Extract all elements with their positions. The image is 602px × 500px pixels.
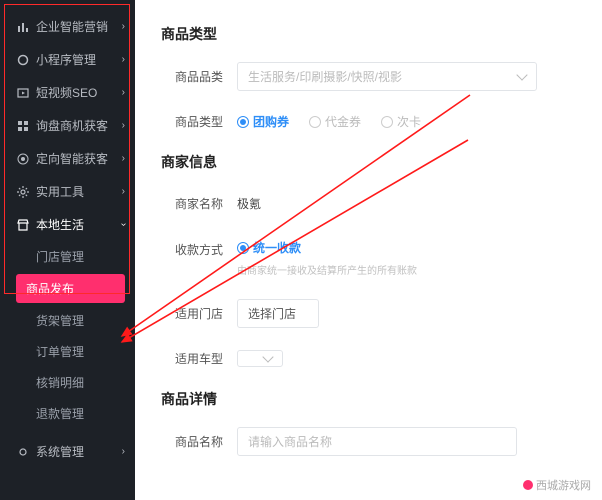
section-title-merchant: 商家信息 — [161, 152, 576, 172]
radio-label: 团购券 — [253, 113, 289, 130]
radio-label: 统一收款 — [253, 239, 301, 256]
sidebar-item-marketing[interactable]: 企业智能营销 › — [0, 10, 135, 43]
radio-group-coupon[interactable]: 团购券 — [237, 113, 289, 130]
label-store: 适用门店 — [161, 305, 223, 322]
sidebar-item-label: 定向智能获客 — [36, 150, 108, 167]
select-category[interactable]: 生活服务/印刷摄影/快照/视影 — [237, 62, 537, 91]
sidebar-item-miniprogram[interactable]: 小程序管理 › — [0, 43, 135, 76]
sidebar-item-label: 询盘商机获客 — [36, 117, 108, 134]
circle-icon — [16, 53, 30, 67]
shop-icon — [16, 218, 30, 232]
sidebar-item-inquiry[interactable]: 询盘商机获客 › — [0, 109, 135, 142]
select-store-text: 选择门店 — [248, 305, 296, 322]
sidebar-item-tools[interactable]: 实用工具 › — [0, 175, 135, 208]
sidebar-item-label: 企业智能营销 — [36, 18, 108, 35]
button-select-store[interactable]: 选择门店 — [237, 299, 319, 328]
radio-voucher[interactable]: 代金券 — [309, 113, 361, 130]
chevron-right-icon: › — [122, 153, 125, 164]
label-collection: 收款方式 — [161, 241, 223, 258]
select-category-placeholder: 生活服务/印刷摄影/快照/视影 — [248, 68, 402, 85]
watermark-text: 西城游戏网 — [536, 477, 591, 493]
radio-dot-icon — [381, 116, 393, 128]
label-product-name: 商品名称 — [161, 433, 223, 450]
section-title-product-type: 商品类型 — [161, 24, 576, 44]
target-icon — [16, 152, 30, 166]
sidebar-sub-shelf-mgmt[interactable]: 货架管理 — [0, 305, 135, 336]
chevron-down-icon — [262, 351, 273, 362]
sidebar-sub-order-mgmt[interactable]: 订单管理 — [0, 336, 135, 367]
sidebar-item-label: 短视频SEO — [36, 84, 97, 101]
chevron-right-icon: › — [122, 87, 125, 98]
sidebar-sub-product-publish[interactable]: 商品发布 — [16, 274, 125, 303]
main-content: 商品类型 商品品类 生活服务/印刷摄影/快照/视影 商品类型 团购券 代金券 — [135, 0, 602, 500]
chevron-down-icon — [516, 69, 527, 80]
settings-icon — [16, 445, 30, 459]
sidebar-item-label: 小程序管理 — [36, 51, 96, 68]
radio-group-type: 团购券 代金券 次卡 — [237, 113, 421, 130]
watermark-dot-icon — [523, 480, 533, 490]
sidebar-item-system[interactable]: 系统管理 › — [0, 435, 135, 468]
label-type: 商品类型 — [161, 113, 223, 130]
radio-card[interactable]: 次卡 — [381, 113, 421, 130]
chevron-right-icon: › — [122, 446, 125, 457]
input-product-name[interactable]: 请输入商品名称 — [237, 427, 517, 456]
merchant-name-value: 极氪 — [237, 195, 261, 212]
radio-label: 代金券 — [325, 113, 361, 130]
radio-unified-collection[interactable]: 统一收款 — [237, 239, 301, 256]
chevron-right-icon: › — [122, 54, 125, 65]
chevron-right-icon: › — [122, 186, 125, 197]
sidebar-item-label: 本地生活 — [36, 216, 84, 233]
sidebar-item-seo[interactable]: 短视频SEO › — [0, 76, 135, 109]
label-category: 商品品类 — [161, 68, 223, 85]
chevron-right-icon: › — [122, 21, 125, 32]
bar-chart-icon — [16, 20, 30, 34]
sidebar: 企业智能营销 › 小程序管理 › 短视频SEO › 询盘商机获客 › — [0, 0, 135, 500]
collection-hint: 由商家统一接收及结算所产生的所有账款 — [237, 262, 417, 277]
input-merchant-name[interactable]: 极氪 — [237, 190, 517, 217]
sidebar-sub-refund-mgmt[interactable]: 退款管理 — [0, 398, 135, 429]
gear-icon — [16, 185, 30, 199]
label-car-type: 适用车型 — [161, 350, 223, 367]
watermark: 西城游戏网 — [520, 476, 594, 494]
sidebar-item-targeting[interactable]: 定向智能获客 › — [0, 142, 135, 175]
radio-dot-icon — [237, 116, 249, 128]
section-title-detail: 商品详情 — [161, 389, 576, 409]
grid-icon — [16, 119, 30, 133]
chevron-right-icon: › — [122, 120, 125, 131]
video-icon — [16, 86, 30, 100]
radio-label: 次卡 — [397, 113, 421, 130]
sidebar-sub-verify-detail[interactable]: 核销明细 — [0, 367, 135, 398]
radio-dot-icon — [237, 242, 249, 254]
select-car-type[interactable] — [237, 350, 283, 367]
product-name-placeholder: 请输入商品名称 — [248, 433, 332, 450]
sidebar-item-label: 系统管理 — [36, 443, 84, 460]
radio-dot-icon — [309, 116, 321, 128]
chevron-down-icon: › — [118, 223, 129, 226]
label-merchant-name: 商家名称 — [161, 195, 223, 212]
sidebar-sub-store-mgmt[interactable]: 门店管理 — [0, 241, 135, 272]
sidebar-item-label: 实用工具 — [36, 183, 84, 200]
sidebar-item-local-life[interactable]: 本地生活 › — [0, 208, 135, 241]
